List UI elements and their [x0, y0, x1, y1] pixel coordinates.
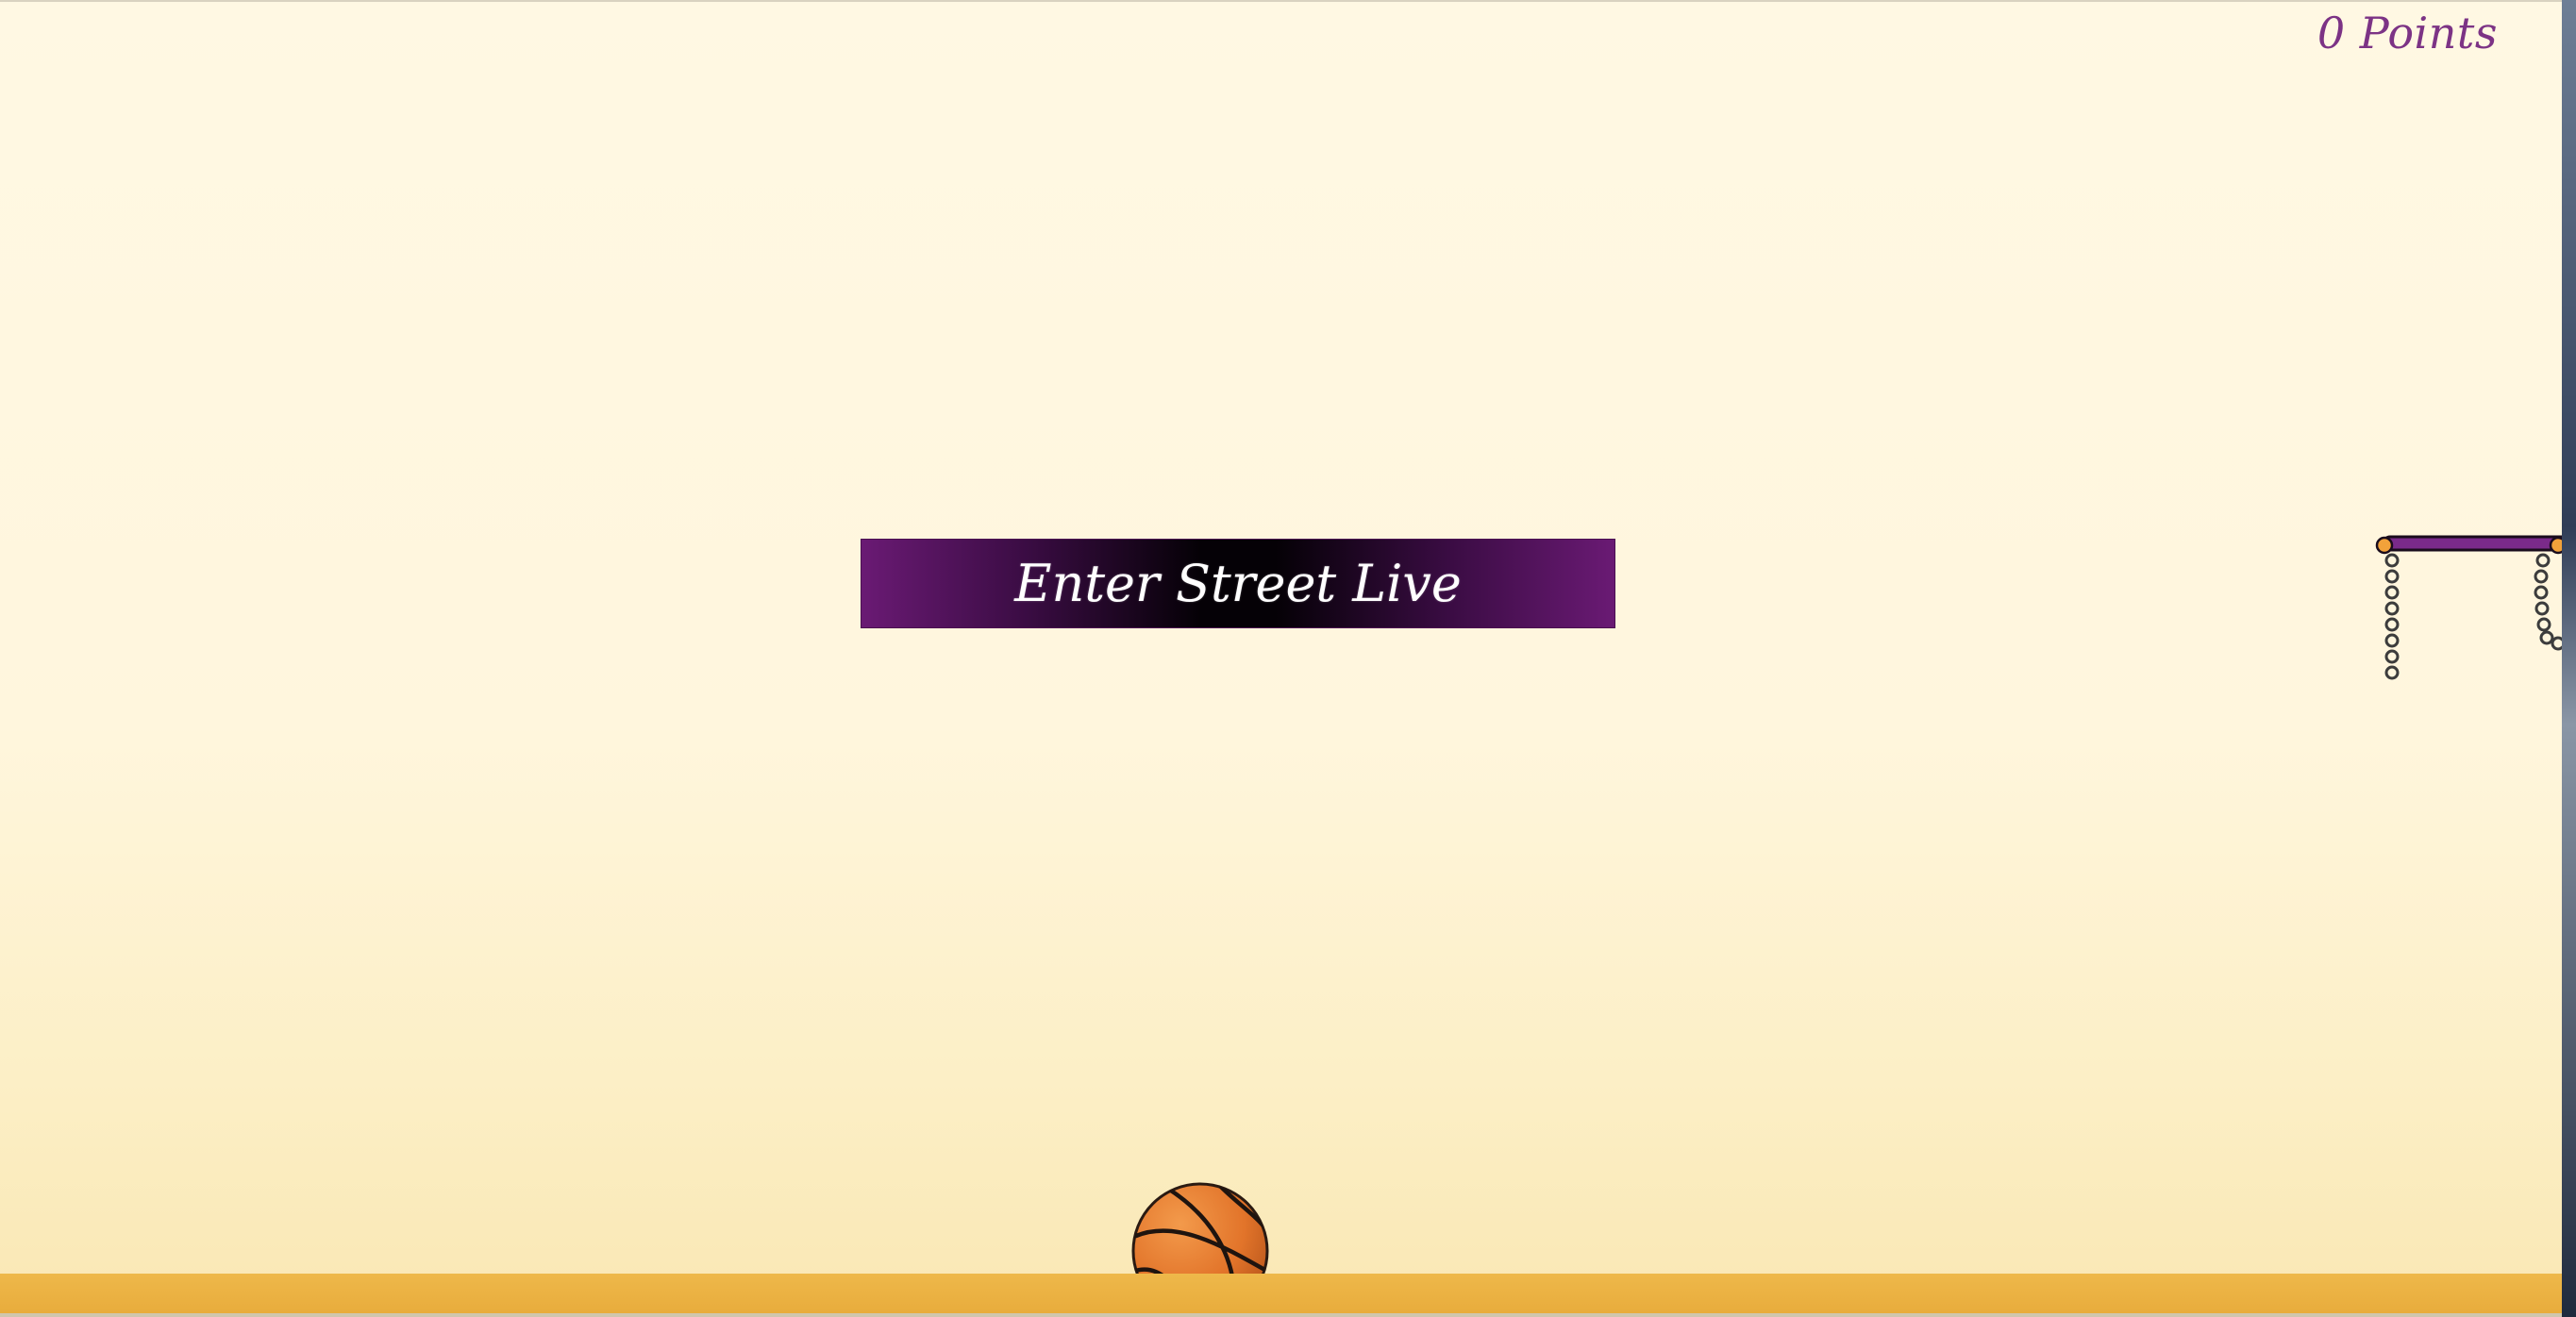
court-floor: [0, 1274, 2562, 1313]
score-display: 0 Points: [2317, 8, 2498, 58]
game-stage[interactable]: 0 Points Enter Street Live: [0, 0, 2562, 1317]
hoop-icon: [2375, 535, 2562, 680]
enter-button-label: Enter Street Live: [1014, 554, 1462, 613]
window-backdrop: [2562, 0, 2576, 1317]
floor-edge: [0, 1313, 2562, 1317]
enter-street-live-button[interactable]: Enter Street Live: [861, 539, 1615, 628]
